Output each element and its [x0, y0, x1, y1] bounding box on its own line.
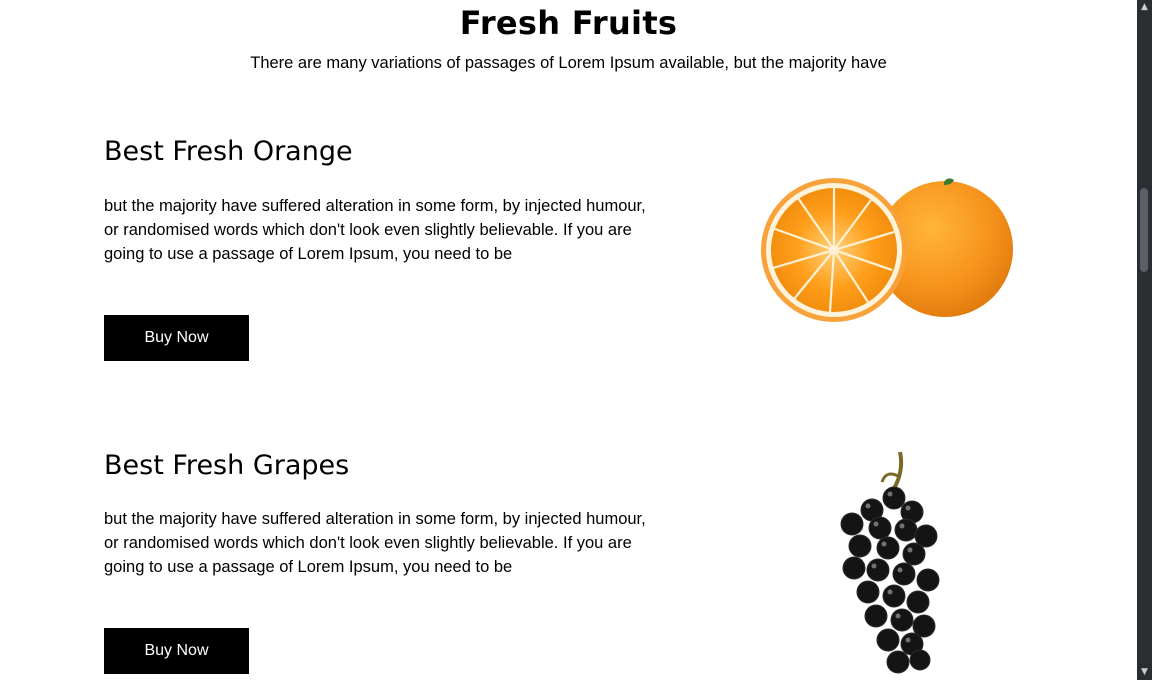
chevron-down-icon[interactable]: ▼	[1137, 665, 1152, 680]
product-description: but the majority have suffered alteratio…	[104, 194, 714, 266]
product-title: Best Fresh Orange	[104, 136, 353, 167]
product-description: but the majority have suffered alteratio…	[104, 507, 714, 579]
description-line: but the majority have suffered alteratio…	[104, 510, 646, 528]
chevron-up-icon[interactable]: ▲	[1137, 0, 1152, 15]
description-line: going to use a passage of Lorem Ipsum, y…	[104, 558, 513, 576]
orange-image	[761, 178, 1013, 322]
section-subtitle: There are many variations of passages of…	[250, 54, 887, 72]
product-title: Best Fresh Grapes	[104, 450, 350, 481]
description-line: or randomised words which don't look eve…	[104, 534, 632, 552]
scrollbar-thumb[interactable]	[1140, 188, 1148, 272]
grapes-image	[840, 451, 940, 674]
buy-now-button[interactable]: Buy Now	[104, 628, 249, 674]
page: Fresh Fruits There are many variations o…	[0, 0, 1137, 680]
description-line: or randomised words which don't look eve…	[104, 221, 632, 239]
section-title: Fresh Fruits	[459, 4, 678, 42]
description-line: going to use a passage of Lorem Ipsum, y…	[104, 245, 513, 263]
description-line: but the majority have suffered alteratio…	[104, 197, 646, 215]
buy-now-button[interactable]: Buy Now	[104, 315, 249, 361]
vertical-scrollbar[interactable]: ▲ ▼	[1137, 0, 1152, 680]
